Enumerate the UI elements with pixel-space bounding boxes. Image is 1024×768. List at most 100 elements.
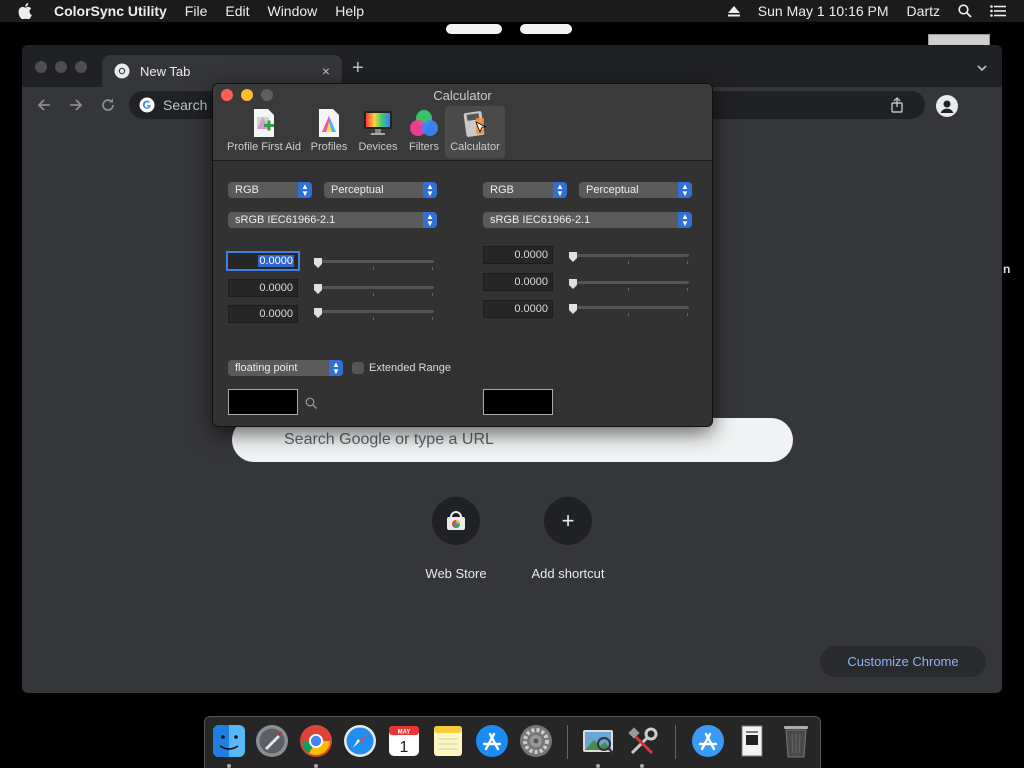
slider-track xyxy=(569,281,689,284)
documents-stack-icon[interactable] xyxy=(733,722,771,760)
slider-tick xyxy=(373,317,374,320)
right-value-field-2[interactable]: 0.0000 xyxy=(483,273,553,291)
slider-thumb[interactable] xyxy=(569,249,577,262)
share-icon[interactable] xyxy=(889,97,905,113)
toolbar-profiles[interactable]: Profiles xyxy=(307,106,351,158)
left-slider-3[interactable] xyxy=(314,305,434,320)
colorsync-calculator-window: Calculator Profile First Aid Profiles De… xyxy=(212,83,713,427)
customize-chrome-button[interactable]: Customize Chrome xyxy=(820,646,986,677)
spotlight-search-icon[interactable] xyxy=(958,4,972,18)
desktop-edge-text: n xyxy=(1003,262,1011,276)
popup-arrows-icon: ▲ ▼ xyxy=(678,182,692,198)
app-store-downloads-icon[interactable] xyxy=(689,722,727,760)
slider-tick xyxy=(628,288,629,291)
toolbar-label: Devices xyxy=(358,141,398,153)
utilities-tools-icon[interactable] xyxy=(623,722,661,760)
left-value-field-1[interactable]: 0.0000 xyxy=(226,251,300,271)
add-shortcut-plus-icon: + xyxy=(544,497,592,545)
right-value-field-1[interactable]: 0.0000 xyxy=(483,246,553,264)
desktop-blur-artifact-right xyxy=(520,24,572,34)
right-color-swatch[interactable] xyxy=(483,389,553,415)
slider-track xyxy=(569,306,689,309)
shortcut-web-store[interactable]: Web Store xyxy=(406,497,506,581)
notes-icon[interactable] xyxy=(429,722,467,760)
finder-icon[interactable] xyxy=(210,722,248,760)
left-slider-2[interactable] xyxy=(314,281,434,296)
menu-edit[interactable]: Edit xyxy=(225,3,249,19)
right-slider-1[interactable] xyxy=(569,249,689,264)
slider-tick xyxy=(432,267,433,270)
colorsync-running-indicator xyxy=(596,764,600,768)
toolbar-profile-first-aid[interactable]: Profile First Aid xyxy=(219,106,309,158)
menu-clock[interactable]: Sun May 1 10:16 PM xyxy=(758,3,889,19)
slider-thumb[interactable] xyxy=(569,276,577,289)
slider-thumb[interactable] xyxy=(314,281,322,294)
menu-bar: ColorSync Utility File Edit Window Help … xyxy=(0,0,1024,22)
extended-range-checkbox[interactable] xyxy=(352,362,364,374)
system-preferences-icon[interactable] xyxy=(517,722,555,760)
trash-icon[interactable] xyxy=(777,722,815,760)
tab-close-icon[interactable]: × xyxy=(322,63,330,79)
chrome-zoom-button[interactable] xyxy=(75,61,87,73)
shortcut-add[interactable]: + Add shortcut xyxy=(518,497,618,581)
toolbar-filters[interactable]: Filters xyxy=(405,106,443,158)
app-store-icon[interactable] xyxy=(473,722,511,760)
popup-value: Perceptual xyxy=(586,184,639,196)
ntp-search-placeholder: Search Google or type a URL xyxy=(284,431,494,448)
slider-thumb[interactable] xyxy=(314,255,322,268)
profile-avatar-icon[interactable] xyxy=(936,95,958,117)
popup-arrows-icon: ▲ ▼ xyxy=(423,212,437,228)
colorsync-utility-icon[interactable] xyxy=(579,722,617,760)
popup-value: RGB xyxy=(235,184,259,196)
safari-icon[interactable] xyxy=(341,722,379,760)
shortcut-label: Web Store xyxy=(425,566,487,581)
slider-tick xyxy=(373,293,374,296)
right-intent-popup[interactable]: Perceptual ▲ ▼ xyxy=(579,182,692,198)
left-color-space-popup[interactable]: RGB ▲ ▼ xyxy=(228,182,312,198)
popup-arrows-icon: ▲ ▼ xyxy=(298,182,312,198)
magnifier-icon[interactable] xyxy=(305,396,317,409)
shortcut-label: Add shortcut xyxy=(531,566,605,581)
right-profile-popup[interactable]: sRGB IEC61966-2.1 ▲ ▼ xyxy=(483,212,692,228)
launchpad-icon[interactable] xyxy=(253,722,291,760)
menu-file[interactable]: File xyxy=(185,3,208,19)
menu-help[interactable]: Help xyxy=(335,3,364,19)
tab-search-chevron-icon[interactable] xyxy=(976,61,988,73)
right-color-space-popup[interactable]: RGB ▲ ▼ xyxy=(483,182,567,198)
popup-value: Perceptual xyxy=(331,184,384,196)
toolbar-calculator[interactable]: Calculator xyxy=(445,106,505,158)
toolbar-label: Profile First Aid xyxy=(227,141,301,153)
calculator-icon xyxy=(460,108,490,138)
left-value-field-2[interactable]: 0.0000 xyxy=(228,279,298,297)
new-tab-button[interactable]: + xyxy=(352,58,364,78)
reload-icon[interactable] xyxy=(98,95,118,115)
notification-center-icon[interactable] xyxy=(990,5,1006,17)
right-value-field-3[interactable]: 0.0000 xyxy=(483,300,553,318)
apple-menu-icon[interactable] xyxy=(18,3,36,19)
back-arrow-icon[interactable] xyxy=(34,95,54,115)
chrome-minimize-button[interactable] xyxy=(55,61,67,73)
chrome-icon[interactable] xyxy=(297,722,335,760)
forward-arrow-icon[interactable] xyxy=(66,95,86,115)
toolbar-devices[interactable]: Devices xyxy=(355,106,401,158)
menu-window[interactable]: Window xyxy=(267,3,317,19)
right-slider-3[interactable] xyxy=(569,301,689,316)
left-value-field-3[interactable]: 0.0000 xyxy=(228,305,298,323)
popup-value: sRGB IEC61966-2.1 xyxy=(235,214,336,226)
number-format-popup[interactable]: floating point ▲ ▼ xyxy=(228,360,343,376)
slider-thumb[interactable] xyxy=(314,305,322,318)
slider-tick xyxy=(687,288,688,291)
eject-icon[interactable] xyxy=(727,5,740,17)
menu-app-name[interactable]: ColorSync Utility xyxy=(54,3,167,19)
slider-thumb[interactable] xyxy=(569,301,577,314)
chrome-close-button[interactable] xyxy=(35,61,47,73)
toolbar-label: Profiles xyxy=(310,141,348,153)
left-intent-popup[interactable]: Perceptual ▲ ▼ xyxy=(324,182,437,198)
menu-user[interactable]: Dartz xyxy=(907,3,940,19)
left-profile-popup[interactable]: sRGB IEC61966-2.1 ▲ ▼ xyxy=(228,212,437,228)
right-slider-2[interactable] xyxy=(569,276,689,291)
calendar-icon[interactable]: MAY 1 xyxy=(385,722,423,760)
left-slider-1[interactable] xyxy=(314,255,434,270)
left-color-swatch[interactable] xyxy=(228,389,298,415)
slider-tick xyxy=(373,267,374,270)
